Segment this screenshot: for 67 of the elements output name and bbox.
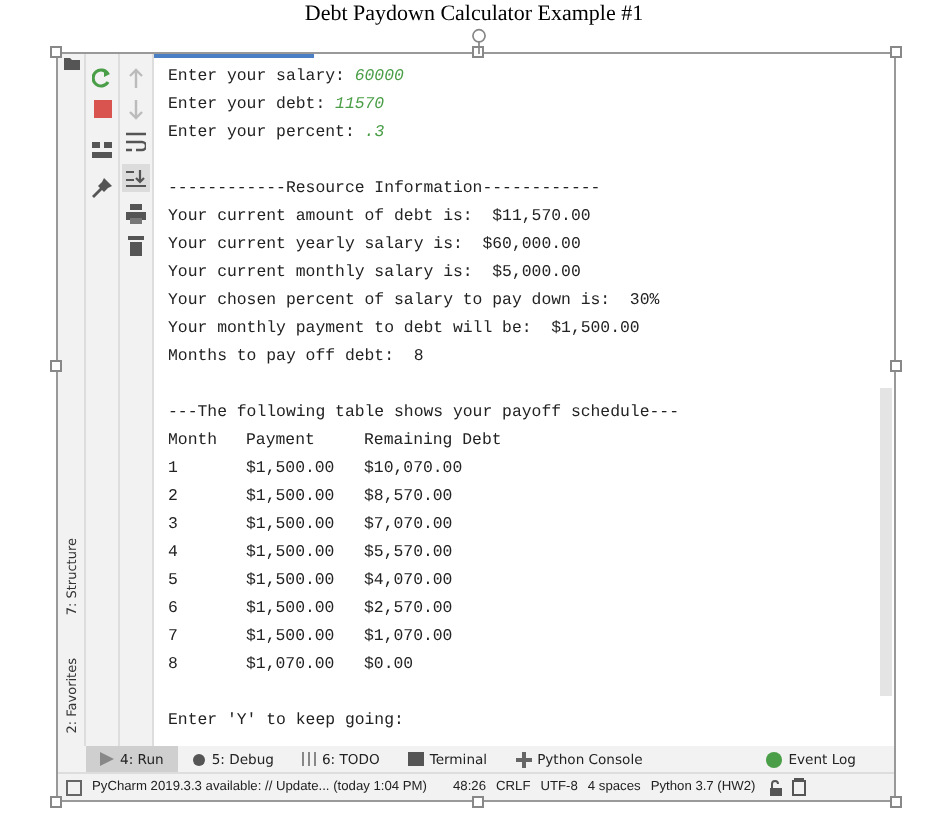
list-icon bbox=[301, 752, 316, 766]
console-line: Your chosen percent of salary to pay down is: 30% bbox=[168, 290, 662, 314]
column-header: Month bbox=[168, 430, 220, 454]
console-line: Enter your debt: 11570 bbox=[168, 94, 387, 118]
print-icon[interactable] bbox=[126, 204, 146, 224]
column-header: Remaining Debt bbox=[364, 430, 502, 454]
table-cell-text: 5 bbox=[168, 570, 180, 594]
resize-handle[interactable] bbox=[890, 796, 902, 808]
terminal-icon bbox=[407, 752, 424, 766]
scroll-to-end-icon[interactable] bbox=[122, 164, 150, 192]
document-title: Debt Paydown Calculator Example #1 bbox=[302, 0, 646, 28]
console-line: Months to pay off debt: 8 bbox=[168, 346, 426, 370]
bug-icon bbox=[191, 752, 206, 766]
table-cell-text: $8,570.00 bbox=[364, 486, 453, 510]
rotate-handle-icon[interactable] bbox=[470, 28, 488, 54]
table-cell-text: 7 bbox=[168, 626, 180, 650]
console-line: Enter your percent: .3 bbox=[168, 122, 387, 146]
table-cell-text: $5,570.00 bbox=[364, 542, 453, 566]
memory-icon[interactable] bbox=[791, 778, 806, 796]
trash-icon[interactable] bbox=[128, 236, 144, 256]
console-line: Your monthly payment to debt will be: $1,500.00 bbox=[168, 318, 642, 342]
console-line: Your current monthly salary is: $5,000.00 bbox=[168, 262, 583, 286]
table-cell-text: 6 bbox=[168, 598, 180, 622]
stop-icon[interactable] bbox=[93, 100, 111, 118]
table-cell-text: $1,500.00 bbox=[246, 570, 337, 594]
lock-icon[interactable] bbox=[765, 779, 782, 795]
scrollbar[interactable] bbox=[880, 388, 892, 696]
rerun-icon[interactable] bbox=[92, 68, 112, 88]
table-cell-text: $10,070.00 bbox=[364, 458, 463, 482]
console-line: Enter your salary: 60000 bbox=[168, 66, 406, 90]
table-cell-text: 2 bbox=[168, 486, 180, 510]
plus-icon bbox=[515, 751, 532, 767]
table-cell-text: $1,500.00 bbox=[246, 542, 337, 566]
table-cell-text: $1,500.00 bbox=[246, 486, 337, 510]
resize-handle[interactable] bbox=[50, 46, 62, 58]
table-cell-text: 8 bbox=[168, 654, 180, 678]
resize-handle[interactable] bbox=[472, 796, 484, 808]
console-line: Your current amount of debt is: $11,570.00 bbox=[168, 206, 593, 230]
pin-icon[interactable] bbox=[92, 178, 112, 198]
resize-handle[interactable] bbox=[50, 796, 62, 808]
console-line: Your current yearly salary is: $60,000.00 bbox=[168, 234, 583, 258]
console-line: Enter 'Y' to keep going: bbox=[168, 710, 406, 734]
folder-icon[interactable] bbox=[63, 58, 79, 70]
resize-handle[interactable] bbox=[890, 360, 902, 372]
table-cell-text: $4,070.00 bbox=[364, 570, 453, 594]
event-log-icon bbox=[766, 751, 783, 767]
table-cell-text: $1,500.00 bbox=[246, 626, 337, 650]
table-cell-text: 1 bbox=[168, 458, 180, 482]
table-cell-text: 4 bbox=[168, 542, 180, 566]
console-line: ---The following table shows your payoff schedule--- bbox=[168, 402, 681, 426]
table-cell-text: 3 bbox=[168, 514, 180, 538]
column-header: Payment bbox=[246, 430, 317, 454]
resize-handle[interactable] bbox=[50, 360, 62, 372]
table-cell-text: $1,070.00 bbox=[364, 626, 453, 650]
layout-icon[interactable] bbox=[92, 142, 112, 158]
table-cell-text: $1,500.00 bbox=[246, 458, 337, 482]
play-icon bbox=[100, 752, 114, 766]
console-line: ------------Resource Information------------ bbox=[168, 178, 603, 202]
table-cell-text: $0.00 bbox=[364, 654, 414, 678]
table-cell-text: $1,500.00 bbox=[246, 598, 337, 622]
table-cell-text: $1,500.00 bbox=[246, 514, 337, 538]
table-cell-text: $2,570.00 bbox=[364, 598, 453, 622]
table-cell-text: $7,070.00 bbox=[364, 514, 453, 538]
table-cell-text: $1,070.00 bbox=[246, 654, 337, 678]
resize-handle[interactable] bbox=[890, 46, 902, 58]
soft-wrap-icon[interactable] bbox=[126, 132, 146, 152]
status-checkbox-icon[interactable] bbox=[66, 779, 82, 795]
